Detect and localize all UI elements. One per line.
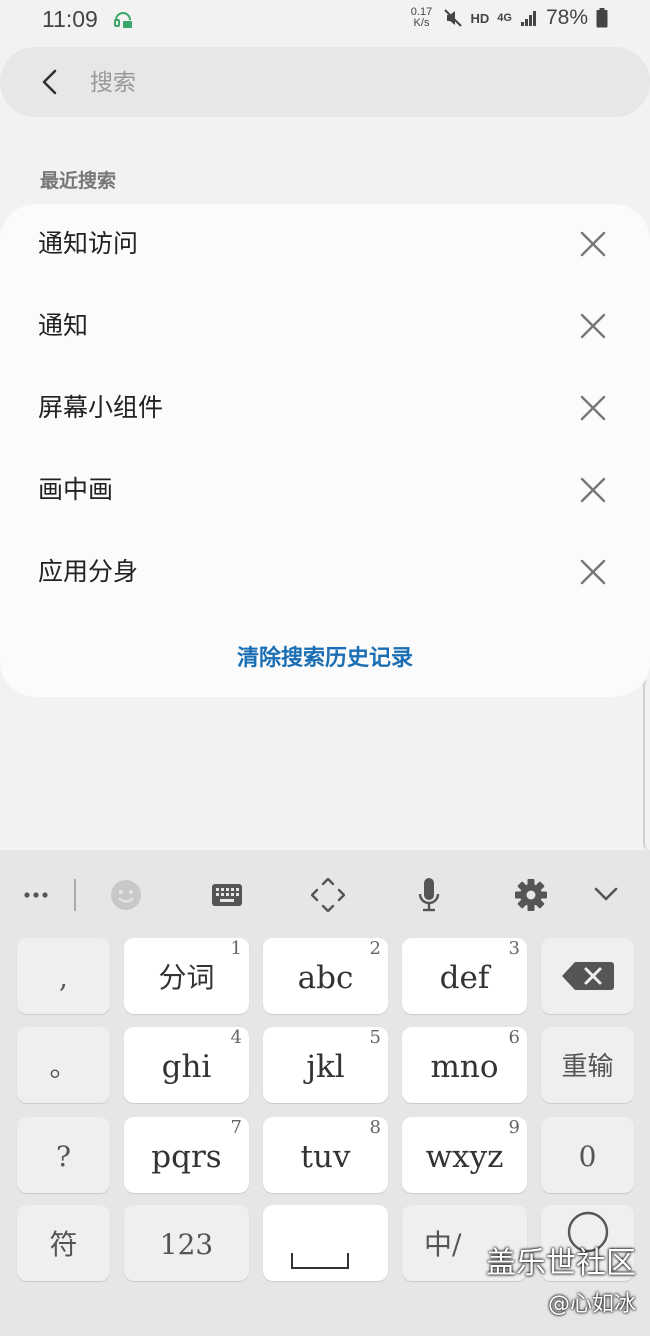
key-number: 6 [508, 1027, 520, 1048]
key-label: , [59, 961, 68, 994]
watermark-community: 盖乐世社区 [486, 1246, 636, 1281]
key-number: 4 [230, 1027, 242, 1048]
edge-panel-handle[interactable] [643, 680, 650, 850]
recent-item-label[interactable]: 画中画 [38, 470, 113, 506]
key-label: 符 [49, 1228, 78, 1261]
search-bar [0, 47, 650, 117]
key-label: 0 [578, 1140, 597, 1173]
close-icon[interactable] [580, 395, 606, 421]
key-123[interactable]: 123 [124, 1205, 249, 1281]
mute-icon [443, 9, 462, 27]
key-label: 。 [49, 1050, 78, 1083]
status-time: 11:09 [42, 6, 98, 32]
watermark-author: @心如冰 [547, 1292, 636, 1317]
key-comma[interactable]: , [17, 938, 110, 1014]
key-wxyz[interactable]: 9 wxyz [402, 1117, 527, 1193]
key-abc[interactable]: 2 abc [263, 938, 388, 1014]
recent-item-label[interactable]: 屏幕小组件 [38, 388, 163, 424]
close-icon[interactable] [580, 559, 606, 585]
key-jkl[interactable]: 5 jkl [263, 1027, 388, 1103]
recent-item-label[interactable]: 应用分身 [38, 552, 138, 588]
settings-icon[interactable] [514, 872, 548, 918]
search-input[interactable] [88, 63, 612, 103]
recent-item-label[interactable]: 通知 [38, 306, 88, 342]
key-pqrs[interactable]: 7 pqrs [124, 1117, 249, 1193]
key-label: ? [55, 1140, 71, 1173]
keyboard-icon[interactable] [211, 872, 243, 918]
key-number: 5 [369, 1027, 381, 1048]
hd-indicator: HD [470, 10, 490, 26]
notification-headset-icon [114, 12, 132, 28]
recent-item[interactable]: 屏幕小组件 [0, 368, 650, 450]
key-tuv[interactable]: 8 tuv [263, 1117, 388, 1193]
key-number: 8 [369, 1117, 381, 1138]
signal-icon [520, 11, 536, 26]
close-icon[interactable] [580, 477, 606, 503]
recent-searches-title: 最近搜索 [40, 170, 117, 192]
more-icon[interactable] [22, 872, 52, 918]
key-label: 重输 [561, 1052, 614, 1082]
key-number: 7 [230, 1117, 242, 1138]
back-icon[interactable] [36, 67, 66, 97]
recent-item[interactable]: 应用分身 [0, 532, 650, 614]
space-key[interactable] [263, 1205, 388, 1281]
backspace-icon [561, 962, 614, 990]
key-mno[interactable]: 6 mno [402, 1027, 527, 1103]
net-speed-unit: K/s [413, 17, 430, 29]
key-number: 1 [230, 938, 242, 959]
key-period[interactable]: 。 [17, 1027, 110, 1103]
net-speed: 0.17 K/s [409, 7, 435, 29]
key-zero[interactable]: 0 [541, 1117, 634, 1193]
key-number: 9 [508, 1117, 520, 1138]
recent-item[interactable]: 画中画 [0, 450, 650, 532]
key-ghi[interactable]: 4 ghi [124, 1027, 249, 1103]
move-icon[interactable] [311, 872, 345, 918]
recent-item[interactable]: 通知访问 [0, 204, 650, 286]
key-number: 3 [508, 938, 520, 959]
battery-icon [596, 8, 608, 28]
clear-history-button[interactable]: 清除搜索历史记录 [0, 640, 650, 672]
mic-icon[interactable] [416, 872, 442, 918]
recent-item[interactable]: 通知 [0, 286, 650, 368]
key-question[interactable]: ? [17, 1117, 110, 1193]
watermark: 盖乐世社区 @心如冰 [486, 1238, 636, 1318]
toolbar-divider [74, 879, 76, 911]
battery-percent: 78% [545, 6, 588, 29]
close-icon[interactable] [580, 313, 606, 339]
space-icon [291, 1253, 349, 1269]
key-fenci[interactable]: 1 分词 [124, 938, 249, 1014]
key-reinput[interactable]: 重输 [541, 1027, 634, 1103]
key-label: 123 [159, 1228, 214, 1261]
key-symbol[interactable]: 符 [17, 1205, 110, 1281]
status-bar: 11:09 0.17 K/s HD 4G 78% [0, 0, 650, 40]
backspace-key[interactable] [541, 938, 634, 1014]
hide-keyboard-icon[interactable] [593, 872, 619, 918]
key-def[interactable]: 3 def [402, 938, 527, 1014]
network-type: 4G [497, 12, 512, 24]
emoji-icon[interactable] [110, 872, 142, 918]
key-number: 2 [369, 938, 381, 959]
close-icon[interactable] [580, 231, 606, 257]
recent-searches-card: 通知访问 通知 屏幕小组件 画中画 应用分身 清除搜索历史记录 [0, 204, 650, 697]
status-icons: 0.17 K/s HD 4G 78% [409, 6, 609, 30]
recent-item-label[interactable]: 通知访问 [38, 224, 138, 260]
